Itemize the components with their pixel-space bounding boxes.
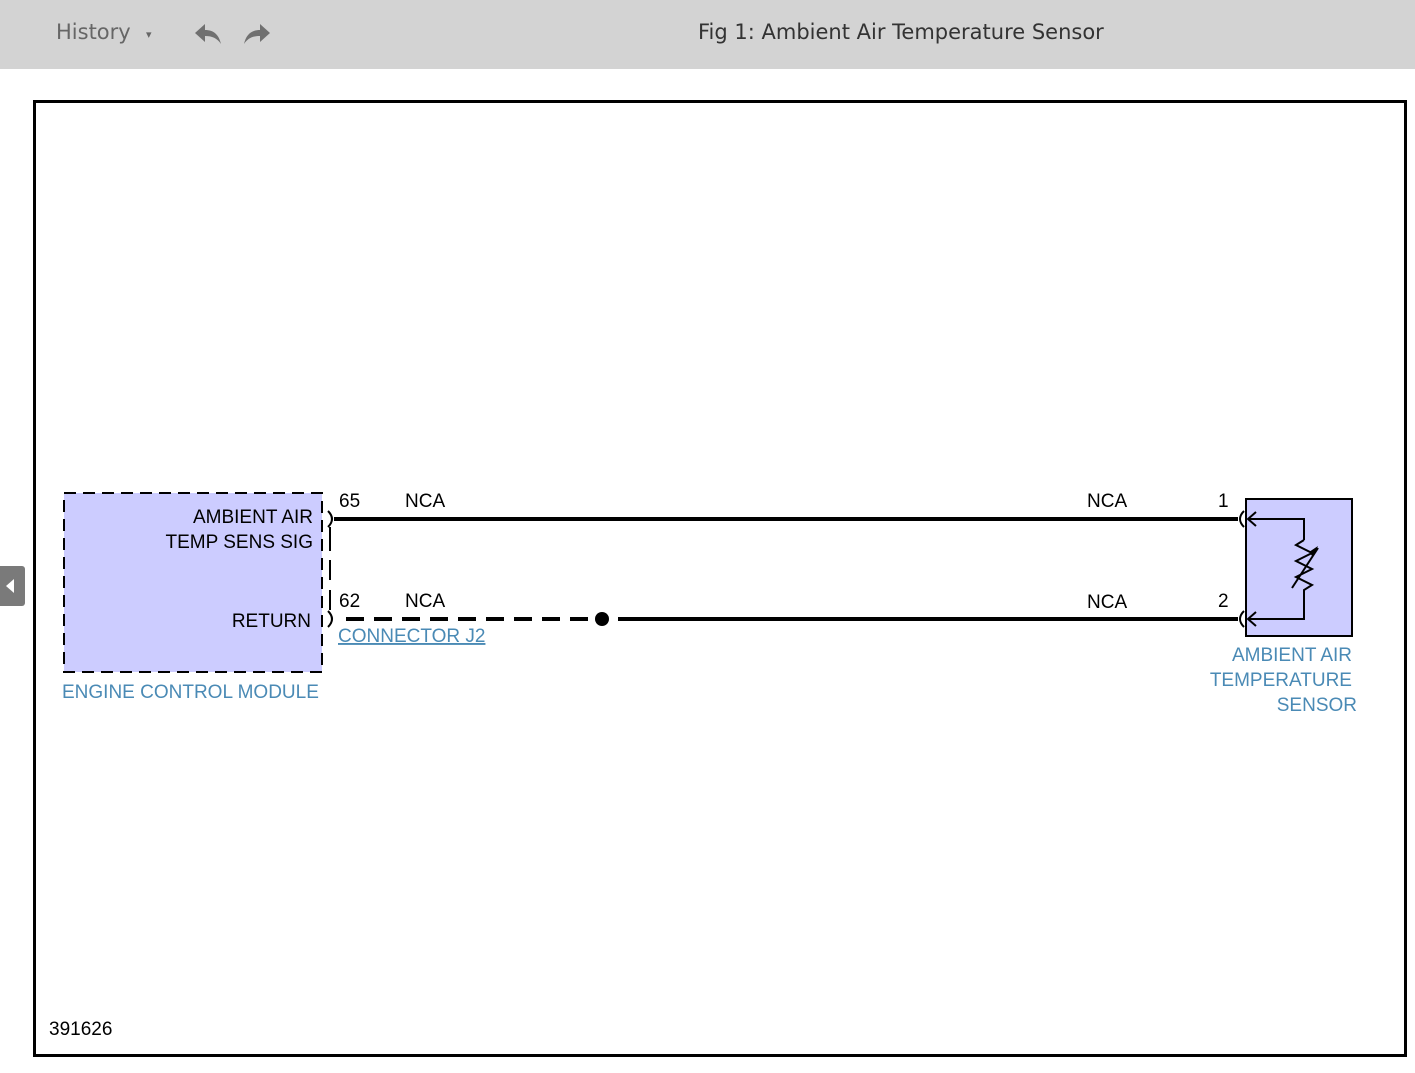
ecm-signal-label-line2: TEMP SENS SIG [166, 532, 313, 553]
sensor-pin-1-icon [1239, 510, 1245, 528]
sensor-pin-2-icon [1239, 610, 1245, 628]
splice-dot [595, 612, 609, 626]
sensor-pin-2: 2 [1218, 591, 1229, 612]
ecm-pin-65: 65 [339, 491, 360, 512]
wire-color-label: NCA [405, 491, 445, 512]
figure-id: 391626 [49, 1019, 112, 1040]
wire-color-label: NCA [1087, 491, 1127, 512]
sensor-name-line2[interactable]: TEMPERATURE [1210, 670, 1352, 691]
sensor-name-line3[interactable]: SENSOR [1277, 695, 1357, 716]
wiring-diagram: AMBIENT AIR TEMP SENS SIG RETURN ENGINE … [49, 491, 1357, 1040]
ecm-signal-label-line1: AMBIENT AIR [193, 507, 313, 528]
ecm-module-name[interactable]: ENGINE CONTROL MODULE [62, 682, 319, 703]
ecm-pin-62: 62 [339, 591, 360, 612]
wire-color-label: NCA [405, 591, 445, 612]
connector-pin-65-icon [327, 510, 333, 528]
ecm-return-label: RETURN [232, 611, 311, 632]
connector-pin-62-icon [327, 610, 333, 628]
connector-j2-link[interactable]: CONNECTOR J2 [338, 626, 485, 647]
sensor-name-line1[interactable]: AMBIENT AIR [1232, 645, 1352, 666]
sensor-pin-1: 1 [1218, 491, 1229, 512]
wire-color-label: NCA [1087, 592, 1127, 613]
